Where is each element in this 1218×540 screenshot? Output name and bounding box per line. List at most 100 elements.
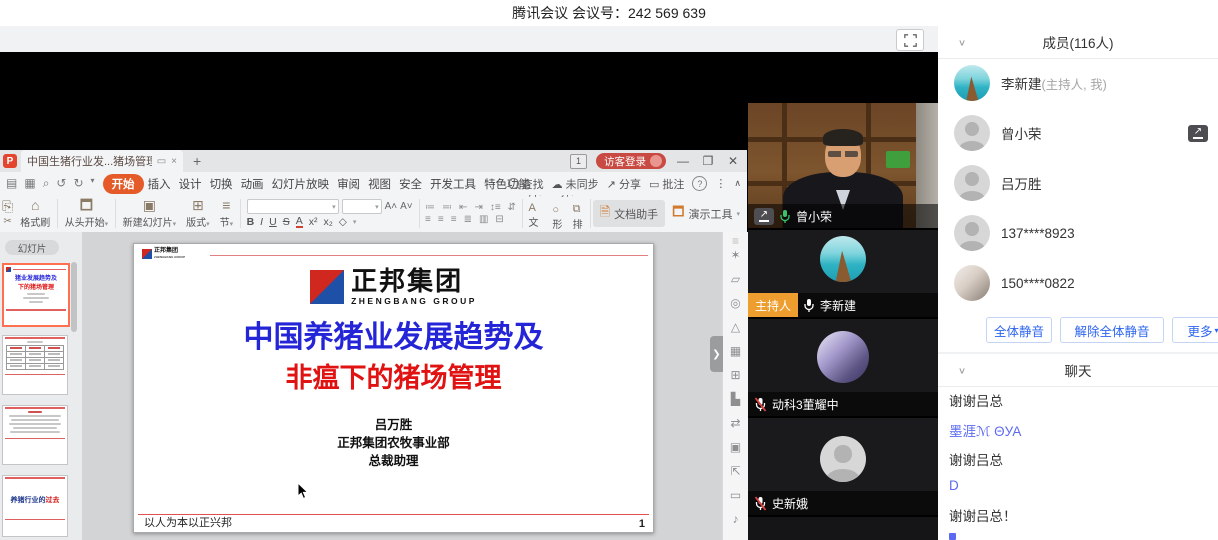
text-effects-button[interactable]: ◇ xyxy=(339,216,347,228)
align-left-icon[interactable]: ≡ xyxy=(425,215,431,224)
ribbon-tab-view[interactable]: 视图 xyxy=(364,176,395,192)
video-tile-dongyaozhong[interactable]: 动科3董耀中 xyxy=(748,319,938,416)
video-tile-partial[interactable] xyxy=(748,517,938,540)
quick-access-more-icon[interactable]: ▾ xyxy=(91,176,95,191)
line-spacing-icon[interactable]: ↕≡ xyxy=(490,203,501,212)
member-row[interactable]: 吕万胜 xyxy=(938,158,1218,208)
share-button[interactable]: ↗ 分享 xyxy=(607,176,641,192)
member-row[interactable]: 150****0822 xyxy=(938,258,1218,308)
mute-all-button[interactable]: 全体静音 xyxy=(986,317,1052,343)
audio-tool-icon[interactable]: ♪ xyxy=(723,512,748,526)
save-icon[interactable]: ▤ xyxy=(6,176,17,191)
member-row[interactable]: 曾小荣 ↗ xyxy=(938,108,1218,158)
help-icon[interactable]: ? xyxy=(692,176,707,191)
indent-decrease-icon[interactable]: ⇤ xyxy=(459,203,467,212)
export-tool-icon[interactable]: ⇱ xyxy=(723,464,748,478)
fullscreen-button[interactable] xyxy=(896,29,924,51)
undo-icon[interactable]: ↺ xyxy=(56,176,66,191)
document-tab[interactable]: 中国生猪行业发...猪场管理2.0 ▭ × xyxy=(21,150,183,172)
section-button[interactable]: ≡ 节▾ xyxy=(215,195,239,232)
slide-thumbnail-1[interactable]: 猪业发展趋势及 下的猪场管理 xyxy=(2,263,70,327)
format-painter-button[interactable]: ⌂ 格式刷 xyxy=(15,195,55,232)
collapse-ribbon-icon[interactable]: ∧ xyxy=(734,178,741,189)
align-objects-icon[interactable]: ⊟ xyxy=(495,215,503,224)
target-tool-icon[interactable]: ◎ xyxy=(723,296,748,310)
text-direction-icon[interactable]: ⇵ xyxy=(508,203,516,212)
rail-expand-handle[interactable]: ❯ xyxy=(710,336,723,372)
presentation-tools-button[interactable]: 🗖 演示工具 ▾ xyxy=(665,200,747,227)
decrease-font-icon[interactable]: A˅ xyxy=(400,201,413,212)
superscript-button[interactable]: x² xyxy=(309,216,318,228)
layout-button[interactable]: ⊞ 版式▾ xyxy=(181,195,215,232)
ribbon-tab-animation[interactable]: 动画 xyxy=(237,176,268,192)
justify-icon[interactable]: ≣ xyxy=(464,215,472,224)
ribbon-tab-transition[interactable]: 切换 xyxy=(206,176,237,192)
more-button[interactable]: 更多▾ xyxy=(1172,317,1218,343)
chevron-down-icon[interactable]: ∨ xyxy=(958,365,966,375)
indent-increase-icon[interactable]: ⇥ xyxy=(474,203,482,212)
new-tab-button[interactable]: + xyxy=(193,153,201,169)
shape-button[interactable]: ○ 形状▾ xyxy=(552,204,563,234)
comment-button[interactable]: ▭ 批注 xyxy=(649,176,684,192)
close-button[interactable]: ✕ xyxy=(725,154,741,168)
font-size-select[interactable]: ▾ xyxy=(342,199,382,214)
tab-pin-icon[interactable]: ▭ xyxy=(157,156,166,167)
guest-login-button[interactable]: 访客登录 xyxy=(596,153,666,169)
font-name-select[interactable]: ▾ xyxy=(247,199,339,214)
thumbnails-scrollbar[interactable] xyxy=(71,262,77,332)
chevron-down-icon[interactable]: ∨ xyxy=(958,37,966,47)
play-from-start-button[interactable]: 🗖 从头开始▾ xyxy=(60,195,114,232)
paste-button[interactable]: ⎘ ✂ xyxy=(0,195,15,232)
chart-tool-icon[interactable]: ▙ xyxy=(723,392,748,406)
align-right-icon[interactable]: ≡ xyxy=(451,215,457,224)
unmute-all-button[interactable]: 解除全体静音 xyxy=(1060,317,1164,343)
video-tile-zengxiaorong[interactable]: ↗ 曾小荣 xyxy=(748,103,938,228)
insert-picture-button[interactable]: ▣ 图片▾ xyxy=(529,195,552,199)
textbox-button[interactable]: A 文本框▾ xyxy=(529,202,544,234)
slides-tab[interactable]: 幻灯片 xyxy=(5,240,59,255)
member-row[interactable]: 137****8923 xyxy=(938,208,1218,258)
arrange-button[interactable]: ⧉ 排列▾ xyxy=(573,203,585,233)
slide-thumbnail-2[interactable] xyxy=(2,335,68,395)
minimize-button[interactable]: — xyxy=(675,154,691,168)
ribbon-tab-slideshow[interactable]: 幻灯片放映 xyxy=(268,176,334,192)
columns-icon[interactable]: ▥ xyxy=(479,215,488,224)
italic-button[interactable]: I xyxy=(260,216,263,228)
doc-assistant-button[interactable]: 🗎 文档助手 xyxy=(593,200,665,227)
current-slide[interactable]: 正邦集团ZHENGBANG GROUP 正邦集团 ZHENGBANG GROUP… xyxy=(133,243,654,533)
ribbon-tab-developer[interactable]: 开发工具 xyxy=(426,176,480,192)
slide-thumbnail-4[interactable]: 养猪行业的过去 xyxy=(2,475,68,537)
restore-button[interactable]: ❐ xyxy=(700,154,716,168)
find-button[interactable]: 查找 xyxy=(508,176,544,192)
image-tool-icon[interactable]: ▣ xyxy=(723,440,748,454)
ribbon-tab-insert[interactable]: 插入 xyxy=(144,176,175,192)
tab-close-icon[interactable]: × xyxy=(171,156,177,167)
textbox-tool-icon[interactable]: ▭ xyxy=(723,488,748,502)
preview-icon[interactable]: ⌕ xyxy=(43,176,50,191)
redo-icon[interactable]: ↻ xyxy=(73,176,83,191)
video-tile-shixine[interactable]: 史新娥 xyxy=(748,418,938,515)
subscript-button[interactable]: x₂ xyxy=(323,216,332,228)
font-color-button[interactable]: A xyxy=(296,217,303,228)
select-button[interactable]: ⬚ 选择▾ xyxy=(561,195,584,199)
sync-status[interactable]: ☁ 未同步 xyxy=(552,176,599,192)
more-menu-icon[interactable]: ⋮ xyxy=(715,177,726,190)
align-center-icon[interactable]: ≡ xyxy=(438,215,444,224)
bullets-icon[interactable]: ≔ xyxy=(425,203,435,212)
flow-tool-icon[interactable]: ⇄ xyxy=(723,416,748,430)
smart-beautify-icon[interactable]: ✶ xyxy=(723,248,748,262)
strikethrough-button[interactable]: S xyxy=(283,216,290,228)
increase-font-icon[interactable]: A˄ xyxy=(385,201,398,212)
pyramid-tool-icon[interactable]: △ xyxy=(723,320,748,334)
ribbon-tab-security[interactable]: 安全 xyxy=(395,176,426,192)
bold-button[interactable]: B xyxy=(247,216,255,228)
video-tile-lixinjian[interactable]: 主持人 李新建 xyxy=(748,230,938,317)
ribbon-tab-design[interactable]: 设计 xyxy=(175,176,206,192)
member-row[interactable]: 李新建 (主持人, 我) xyxy=(938,58,1218,108)
shape-tool-icon[interactable]: ▱ xyxy=(723,272,748,286)
print-icon[interactable]: ▦ xyxy=(24,176,35,191)
new-slide-button[interactable]: ▣ 新建幻灯片▾ xyxy=(118,195,182,232)
slide-thumbnail-3[interactable] xyxy=(2,405,68,465)
ribbon-tab-home[interactable]: 开始 xyxy=(103,174,144,194)
numbering-icon[interactable]: ≕ xyxy=(442,203,452,212)
